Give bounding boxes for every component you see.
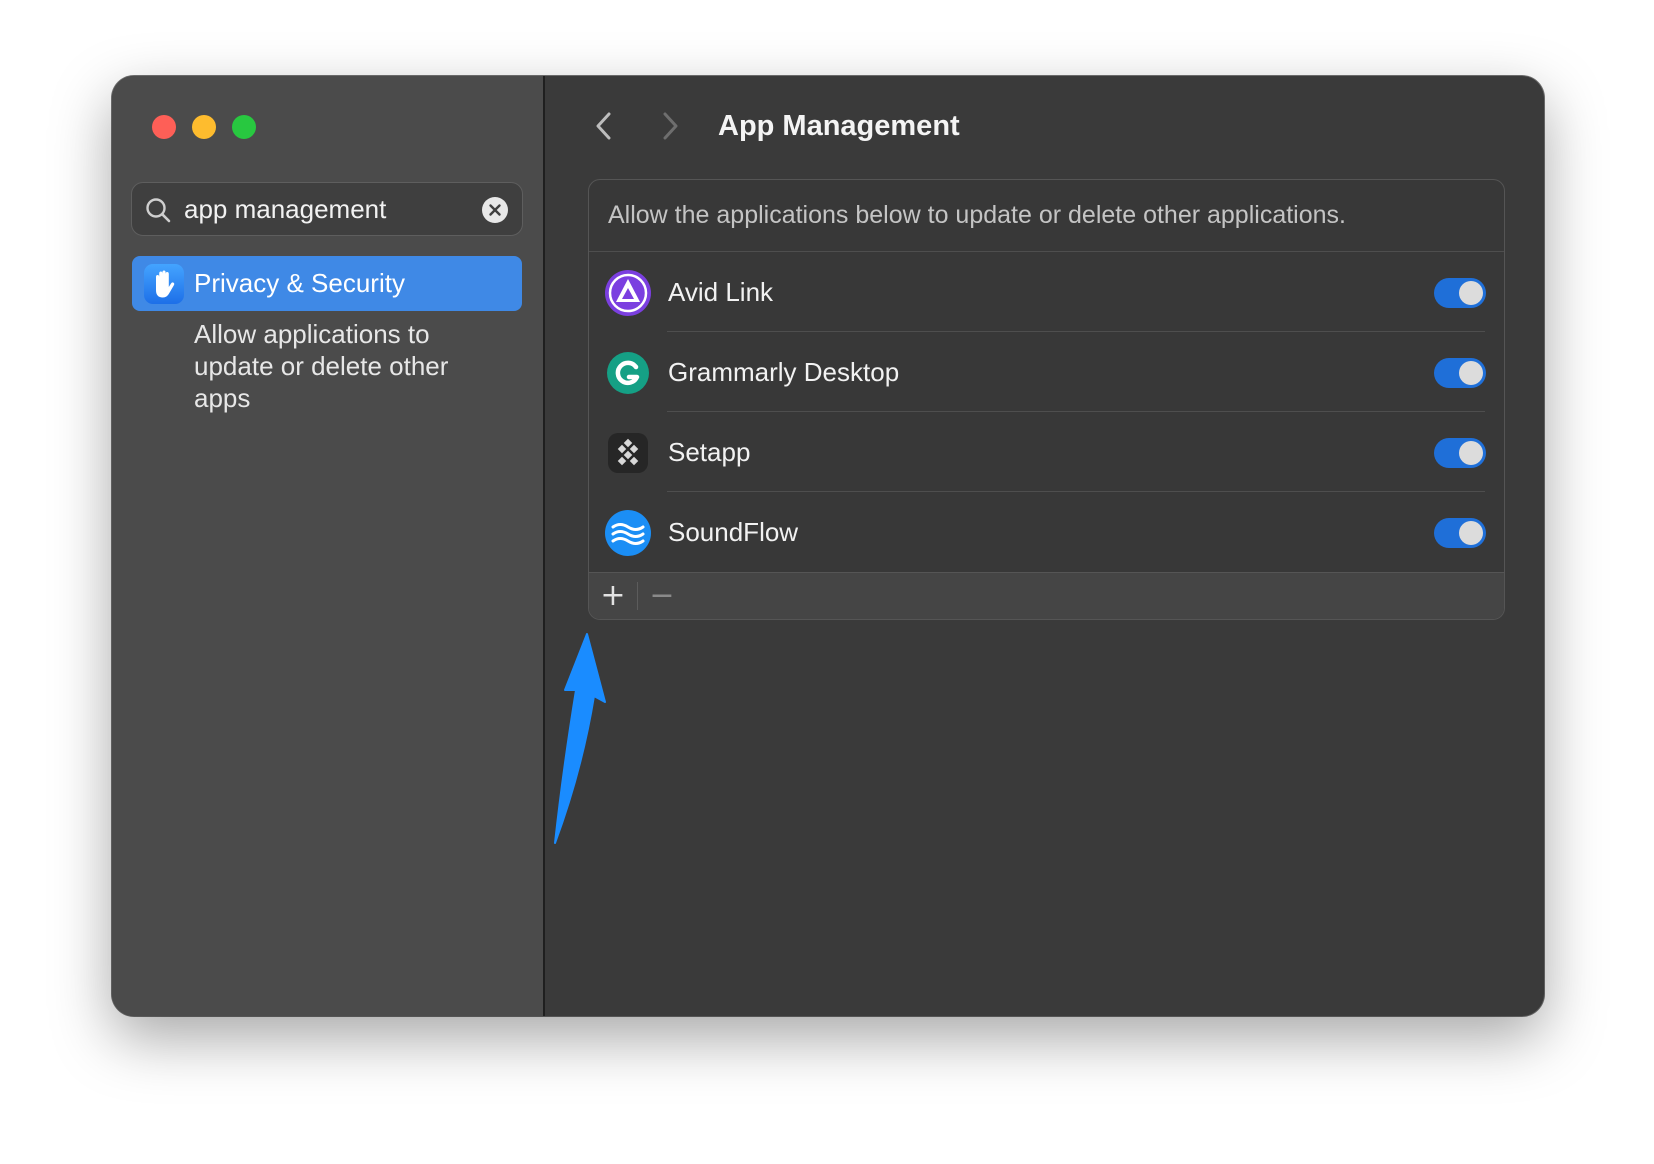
search-input[interactable] <box>184 183 474 235</box>
search-icon <box>146 198 171 223</box>
main-content: App Management Allow the applications be… <box>545 76 1544 1016</box>
settings-window: Privacy & Security Allow applications to… <box>112 76 1544 1016</box>
close-button[interactable] <box>152 115 176 139</box>
avid-link-toggle[interactable] <box>1434 278 1486 308</box>
app-name: Setapp <box>668 437 751 467</box>
soundflow-toggle[interactable] <box>1434 518 1486 548</box>
app-name: Grammarly Desktop <box>668 357 900 387</box>
add-app-button[interactable]: + <box>591 573 635 619</box>
divider <box>637 582 638 610</box>
sidebar-item-label: Privacy & Security <box>194 268 405 298</box>
list-item: Setapp <box>589 412 1504 492</box>
window-controls <box>152 115 256 139</box>
zoom-button[interactable] <box>232 115 256 139</box>
minimize-button[interactable] <box>192 115 216 139</box>
clear-icon[interactable] <box>482 197 508 223</box>
panel-footer: + − <box>589 572 1504 619</box>
panel-description: Allow the applications below to update o… <box>608 201 1346 229</box>
setapp-icon <box>608 433 648 473</box>
remove-app-button[interactable]: − <box>640 573 684 619</box>
chevron-right-icon[interactable] <box>655 109 685 143</box>
list-item: Avid Link <box>589 252 1504 332</box>
app-name: SoundFlow <box>668 517 799 547</box>
page-title: App Management <box>718 110 960 142</box>
app-name: Avid Link <box>668 277 774 307</box>
sidebar-item-description[interactable]: Allow applications to update or delete o… <box>194 318 494 414</box>
annotation-arrow <box>554 633 606 844</box>
search-field[interactable] <box>131 182 523 236</box>
grammarly-icon <box>607 352 649 394</box>
list-item: SoundFlow <box>589 492 1504 572</box>
avid-link-icon <box>605 270 651 316</box>
hand-raised-icon <box>144 264 184 304</box>
list-item: Grammarly Desktop <box>589 332 1504 412</box>
chevron-left-icon[interactable] <box>589 109 619 143</box>
app-management-panel: Allow the applications below to update o… <box>588 179 1505 620</box>
soundflow-icon <box>605 510 651 556</box>
sidebar: Privacy & Security Allow applications to… <box>112 76 545 1016</box>
setapp-toggle[interactable] <box>1434 438 1486 468</box>
sidebar-item-privacy-security[interactable]: Privacy & Security <box>132 256 522 311</box>
grammarly-desktop-toggle[interactable] <box>1434 358 1486 388</box>
